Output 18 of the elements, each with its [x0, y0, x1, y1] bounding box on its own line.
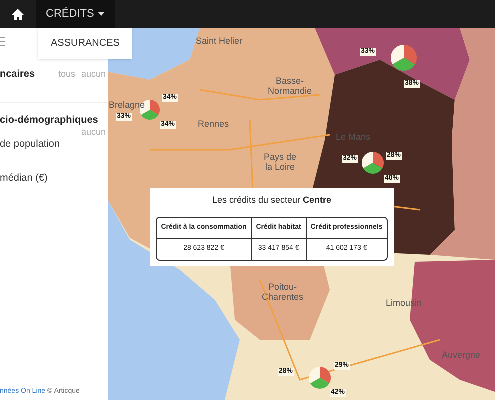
sidebar-item[interactable]: de population	[0, 137, 108, 152]
group-title: ncaires	[0, 68, 36, 82]
popup-title: Les crédits du secteur Centre	[212, 194, 332, 207]
place-label: Rennes	[198, 119, 230, 129]
pie-chart-marker	[362, 152, 384, 174]
pie-chart-marker	[309, 367, 331, 389]
place-label: Poitou- Charentes	[262, 282, 304, 302]
menu-icon[interactable]	[0, 36, 5, 48]
pie-chart-marker	[391, 45, 417, 71]
place-label: Pays de la Loire	[264, 152, 297, 172]
place-label: Saint Helier	[196, 36, 243, 46]
place-label: Auvergne	[442, 350, 481, 360]
dropdown-item[interactable]: ASSURANCES	[38, 36, 133, 51]
credits-menu[interactable]: CRÉDITS	[36, 0, 116, 28]
place-label: Basse- Normandie	[268, 76, 312, 96]
sidebar-item[interactable]: médian (€)	[0, 171, 108, 186]
group-title: cio-démographiques	[0, 114, 98, 128]
caret-icon	[98, 12, 106, 16]
